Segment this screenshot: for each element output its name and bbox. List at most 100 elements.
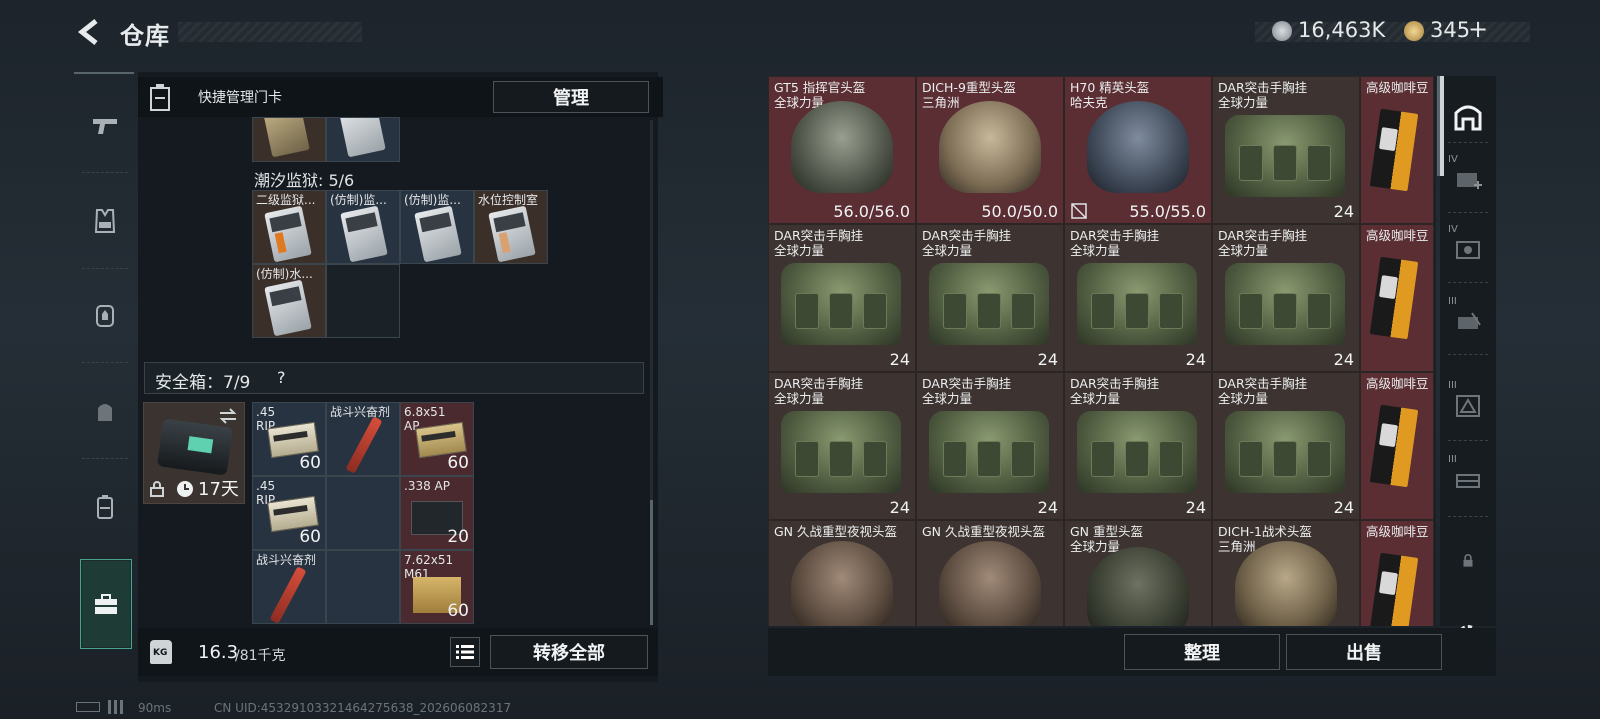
right-scrollbar[interactable]: [1437, 76, 1440, 176]
keycard-slot[interactable]: 水位控制室: [474, 190, 548, 264]
grid-item[interactable]: 高级咖啡豆: [1360, 520, 1434, 626]
prison-section-title: 潮汐监狱: 5/6: [254, 171, 355, 190]
weight-current: 16.3: [198, 642, 239, 663]
tab-storage-5[interactable]: III: [1440, 370, 1496, 440]
weight-bar: KG 16.3 /81千克 转移全部: [138, 628, 658, 676]
tab-storage-3[interactable]: IV: [1440, 214, 1496, 284]
warehouse-tabs: IV IV III III III: [1440, 76, 1496, 626]
canister-icon: [97, 495, 113, 519]
backpack-icon: [96, 305, 114, 327]
bag-icon: [98, 404, 112, 421]
warehouse-grid: GT5 指挥官头盔 全球力量 56.0/56.0 DICH-9重型头盔 三角洲 …: [768, 76, 1436, 626]
category-sidebar: [74, 72, 136, 682]
grid-item[interactable]: GN 久战重型夜视头盔: [916, 520, 1064, 626]
list-view-button[interactable]: [450, 637, 480, 667]
ammo-crate-icon: [1456, 474, 1480, 488]
case-icon: [1458, 312, 1481, 329]
keycard-holder-icon: [150, 84, 170, 111]
armor-vest-icon: [94, 209, 116, 233]
safebox-item[interactable]: 7.62x51 M61 60: [400, 550, 474, 624]
keycard-slot[interactable]: (仿制)水...: [252, 264, 326, 338]
keycard-slot[interactable]: (仿制)监...: [400, 190, 474, 264]
list-icon: [456, 645, 474, 659]
grid-item[interactable]: DAR突击手胸挂 全球力量 24: [1064, 224, 1212, 372]
safebox-item[interactable]: 6.8x51 AP 60: [400, 402, 474, 476]
grid-item[interactable]: GT5 指挥官头盔 全球力量 56.0/56.0: [768, 76, 916, 224]
weight-max: /81千克: [235, 648, 286, 664]
safebox-item[interactable]: 战斗兴奋剂: [326, 402, 400, 476]
nav-weapons[interactable]: [74, 80, 136, 170]
sort-button[interactable]: 整理: [1124, 634, 1280, 670]
storage-scrollbar[interactable]: [650, 120, 653, 625]
keycard-slot[interactable]: 二级监狱...: [252, 190, 326, 264]
add-currency-button[interactable]: +: [1468, 15, 1488, 43]
lock-icon: [1463, 554, 1473, 567]
grid-item[interactable]: GN 久战重型夜视头盔: [768, 520, 916, 626]
keycard-slot[interactable]: (仿制)监...: [326, 190, 400, 264]
safebox-item[interactable]: 战斗兴奋剂: [252, 550, 326, 624]
signal-icon: [108, 700, 128, 714]
nav-toolbox[interactable]: [80, 559, 132, 649]
tab-storage-6[interactable]: III: [1440, 444, 1496, 514]
battery-icon: [76, 702, 100, 712]
warning-box-icon: [1456, 395, 1480, 417]
sell-button[interactable]: 出售: [1286, 634, 1442, 670]
medical-case-icon: [1457, 173, 1482, 189]
grid-item[interactable]: H70 精英头盔 哈夫克 55.0/55.0: [1064, 76, 1212, 224]
grid-item[interactable]: DAR突击手胸挂 全球力量 24: [1212, 224, 1360, 372]
ping: 90ms: [138, 701, 172, 715]
pistol-icon: [93, 119, 117, 134]
weight-icon: KG: [150, 640, 172, 664]
safebox-item[interactable]: .45 RIP 60: [252, 476, 326, 550]
grid-item[interactable]: DAR突击手胸挂 全球力量 24: [1064, 372, 1212, 520]
safebox-help-button[interactable]: ?: [277, 368, 286, 387]
grid-item[interactable]: DAR突击手胸挂 全球力量 24: [1212, 372, 1360, 520]
grid-item[interactable]: DAR突击手胸挂 全球力量 24: [768, 224, 916, 372]
safebox-item[interactable]: .45 RIP 60: [252, 402, 326, 476]
user-uid: CN UID:4532910332146427563​8_20260608231…: [214, 701, 512, 715]
grid-item[interactable]: 高级咖啡豆: [1360, 76, 1434, 224]
page-title: 仓库: [120, 22, 170, 50]
nav-containers[interactable]: [74, 462, 136, 552]
durability-broken-icon: [1071, 203, 1087, 219]
safebox-duration: 17天: [198, 479, 239, 500]
nav-backpack[interactable]: [74, 270, 136, 360]
currency-silver-value: 16,463K: [1298, 18, 1386, 42]
currency-gold-value: 345: [1430, 18, 1471, 42]
manage-button[interactable]: 管理: [493, 81, 649, 113]
keycard-slot[interactable]: [252, 117, 326, 162]
safebox-label: 安全箱：7/9: [155, 373, 251, 393]
empty-slot[interactable]: [326, 264, 400, 338]
back-arrow-icon: [77, 19, 98, 45]
empty-slot[interactable]: [326, 476, 400, 550]
grid-item[interactable]: DAR突击手胸挂 全球力量 24: [1212, 76, 1360, 224]
tab-storage-4[interactable]: III: [1440, 286, 1496, 356]
safebox-item[interactable]: .338 AP 20: [400, 476, 474, 550]
gold-coin-icon: [1404, 21, 1424, 41]
back-button[interactable]: [76, 18, 102, 46]
grid-item[interactable]: 高级咖啡豆: [1360, 224, 1434, 372]
grid-item[interactable]: DICH-1战术头盔 三角洲: [1212, 520, 1360, 626]
keycard-slot[interactable]: [326, 117, 400, 162]
clock-icon: [177, 481, 193, 497]
storage-arch-icon: [1454, 105, 1482, 131]
swap-icon[interactable]: [218, 408, 238, 424]
header-decoration-right: [1255, 22, 1530, 42]
tab-locked[interactable]: [1440, 526, 1496, 596]
grid-item[interactable]: DAR突击手胸挂 全球力量 24: [768, 372, 916, 520]
device-box-icon: [1456, 241, 1480, 259]
transfer-all-button[interactable]: 转移全部: [490, 635, 648, 669]
nav-bag[interactable]: [74, 366, 136, 456]
tab-storage-2[interactable]: IV: [1440, 144, 1496, 214]
quick-card-label: 快捷管理门卡: [198, 90, 282, 106]
nav-armor[interactable]: [74, 176, 136, 266]
empty-slot[interactable]: [326, 550, 400, 624]
grid-item[interactable]: DAR突击手胸挂 全球力量 24: [916, 224, 1064, 372]
header-decoration: [178, 22, 362, 42]
silver-coin-icon: [1272, 21, 1292, 41]
grid-item[interactable]: 高级咖啡豆: [1360, 372, 1434, 520]
grid-item[interactable]: GN 重型头盔 全球力量: [1064, 520, 1212, 626]
grid-item[interactable]: DICH-9重型头盔 三角洲 50.0/50.0: [916, 76, 1064, 224]
safebox-container[interactable]: 17天: [143, 402, 245, 504]
grid-item[interactable]: DAR突击手胸挂 全球力量 24: [916, 372, 1064, 520]
